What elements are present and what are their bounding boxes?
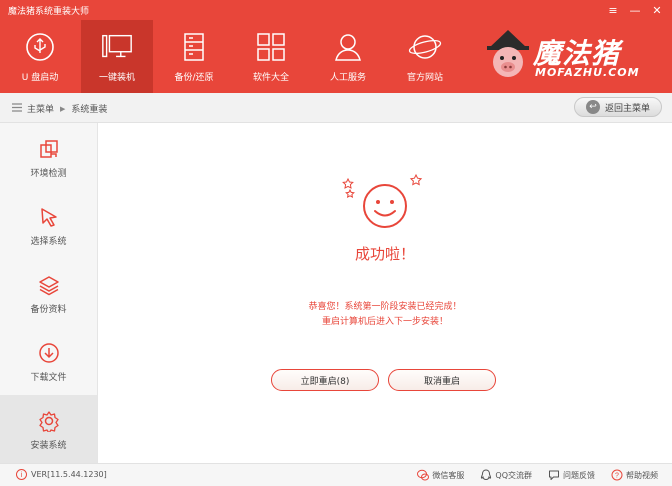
nav-label: 人工服务: [329, 73, 366, 83]
nav-label: 官方网站: [406, 73, 443, 83]
back-arrow-icon: ↩: [585, 100, 600, 114]
nav-item-official-site[interactable]: 官方网站: [399, 20, 451, 93]
nav-label: 备份/还原: [174, 73, 214, 83]
menu-icon[interactable]: ≡: [604, 2, 622, 18]
gear-icon: [36, 408, 62, 434]
nav-label: U 盘启动: [21, 73, 59, 83]
layers-icon: [36, 272, 62, 298]
title-bar: 魔法猪系统重装大师 ≡ — ✕: [0, 0, 672, 20]
close-icon[interactable]: ✕: [648, 2, 666, 18]
back-button-label: 返回主菜单: [604, 103, 650, 114]
restart-hint-message: 重启计算机后进入下一步安装！: [321, 317, 448, 327]
nav-item-manual-service[interactable]: 人工服务: [322, 20, 374, 93]
sidebar-item-select-system[interactable]: 选择系统: [0, 191, 97, 259]
list-icon: [12, 102, 22, 115]
sidebar: 环境检测 选择系统 备份资料 下载文件 安装系统: [0, 123, 98, 463]
person-icon: [331, 30, 365, 64]
breadcrumb-root[interactable]: 主菜单: [27, 102, 54, 115]
smiley-face-icon: [342, 173, 423, 228]
info-icon: i: [16, 469, 27, 480]
sidebar-item-environment-check[interactable]: 环境检测: [0, 123, 97, 191]
restart-now-button[interactable]: 立即重启(8): [271, 369, 379, 391]
nav-item-usb-boot[interactable]: U 盘启动: [14, 20, 66, 93]
sidebar-item-install-system[interactable]: 安装系统: [0, 395, 97, 463]
sidebar-item-label: 环境检测: [30, 168, 67, 179]
brand-logo: 魔法猪 MOFAZHU.COM: [483, 28, 658, 82]
nav-item-backup-restore[interactable]: 备份/还原: [168, 20, 220, 93]
breadcrumb: 主菜单 ▶ 系统重装: [12, 102, 107, 115]
nav-item-one-key-install[interactable]: 一键装机: [81, 20, 153, 93]
breadcrumb-bar: 主菜单 ▶ 系统重装 ↩ 返回主菜单: [0, 93, 672, 123]
qq-icon: [480, 469, 492, 481]
success-title: 成功啦！: [354, 245, 415, 263]
minimize-icon[interactable]: —: [626, 2, 644, 18]
monitor-icon: [100, 30, 134, 64]
cancel-restart-button[interactable]: 取消重启: [388, 369, 496, 391]
wechat-icon: [417, 469, 430, 481]
grid-icon: [254, 30, 288, 64]
download-icon: [36, 340, 62, 366]
breadcrumb-separator-icon: ▶: [60, 104, 66, 113]
help-icon: ?: [611, 469, 623, 481]
status-links: 微信客服 QQ交流群 问题反馈 ? 帮助视频: [417, 469, 658, 481]
back-to-main-button[interactable]: ↩ 返回主菜单: [574, 97, 662, 117]
sidebar-item-backup-data[interactable]: 备份资料: [0, 259, 97, 327]
backup-icon: [177, 30, 211, 64]
window-controls: ≡ — ✕: [604, 2, 666, 18]
nav-item-software[interactable]: 软件大全: [245, 20, 297, 93]
header-bar: 魔法猪系统重装大师 ≡ — ✕ U 盘启动 一键装机 备份/还原 软件大全 人工…: [0, 0, 672, 93]
globe-icon: [408, 30, 442, 64]
link-label: QQ交流群: [495, 470, 532, 480]
app-title: 魔法猪系统重装大师: [8, 7, 90, 17]
wechat-support-link[interactable]: 微信客服: [417, 469, 464, 481]
sidebar-item-label: 备份资料: [30, 304, 67, 315]
brand-domain: MOFAZHU.COM: [535, 66, 640, 79]
feedback-icon: [548, 469, 560, 481]
main-content: 成功啦！ 恭喜您！系统第一阶段安装已经完成！ 重启计算机后进入下一步安装！ 立即…: [98, 123, 672, 463]
nav-label: 软件大全: [252, 73, 289, 83]
version-info: i VER[11.5.44.1230]: [16, 469, 107, 480]
usb-icon: [23, 30, 57, 64]
sidebar-item-label: 安装系统: [30, 440, 67, 451]
breadcrumb-current: 系统重装: [71, 105, 108, 115]
sidebar-item-label: 选择系统: [30, 236, 67, 247]
link-label: 微信客服: [432, 470, 465, 480]
help-video-link[interactable]: ? 帮助视频: [611, 469, 658, 481]
sidebar-item-download-files[interactable]: 下载文件: [0, 327, 97, 395]
version-text: VER[11.5.44.1230]: [31, 470, 107, 479]
completion-message: 恭喜您！系统第一阶段安装已经完成！: [308, 302, 462, 312]
qq-group-link[interactable]: QQ交流群: [480, 469, 532, 481]
svg-text:?: ?: [615, 473, 619, 480]
pig-mascot-icon: [487, 30, 529, 77]
main-nav: U 盘启动 一键装机 备份/还原 软件大全 人工服务 官方网站: [14, 20, 476, 93]
link-label: 帮助视频: [626, 470, 658, 480]
link-label: 问题反馈: [563, 470, 595, 480]
environment-check-icon: [36, 136, 62, 162]
cursor-icon: [36, 204, 62, 230]
feedback-link[interactable]: 问题反馈: [548, 469, 595, 481]
sidebar-item-label: 下载文件: [30, 372, 67, 383]
status-bar: i VER[11.5.44.1230] 微信客服 QQ交流群 问题反馈 ? 帮助: [0, 463, 672, 486]
nav-label: 一键装机: [98, 73, 135, 83]
